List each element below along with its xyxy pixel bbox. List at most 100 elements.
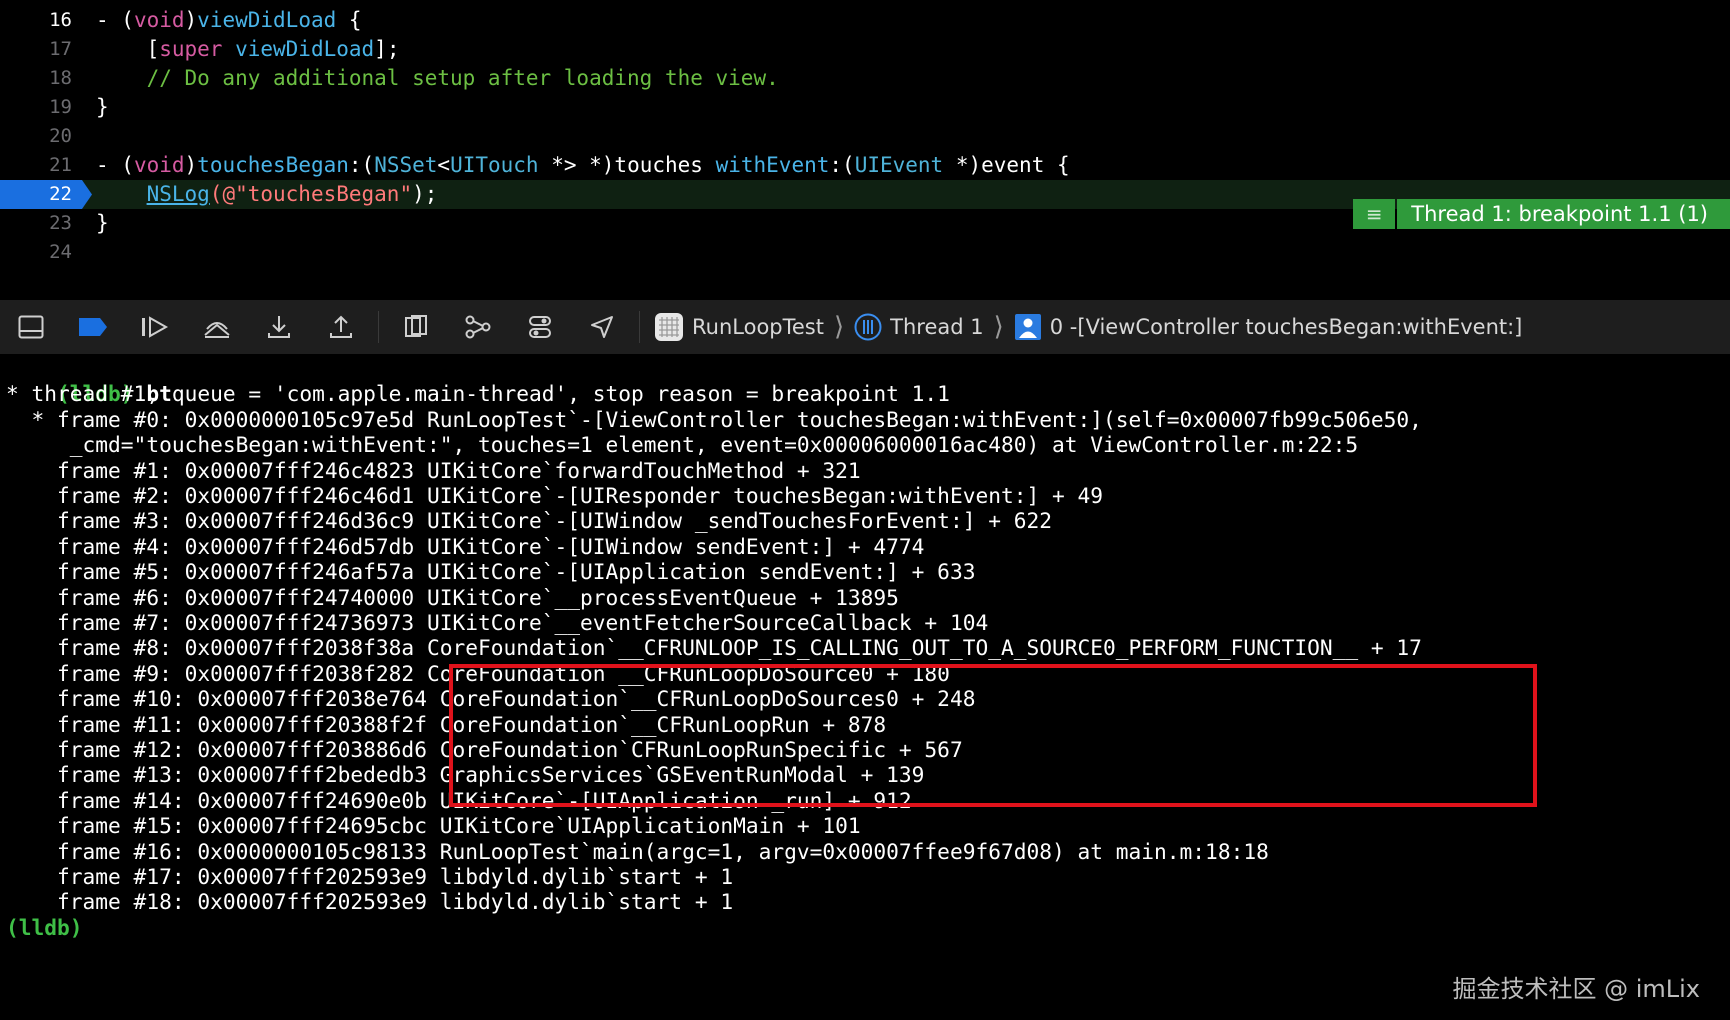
console-line: frame #4: 0x00007fff246d57db UIKitCore`-… [6,533,925,559]
line-number[interactable]: 16 [0,6,72,35]
line-number[interactable]: 20 [0,122,72,151]
simulate-location-icon[interactable] [584,309,620,345]
console-line: frame #9: 0x00007fff2038f282 CoreFoundat… [6,660,950,686]
source-editor[interactable]: 16- (void)viewDidLoad {17 [super viewDid… [0,0,1730,296]
console-line: frame #8: 0x00007fff2038f38a CoreFoundat… [6,635,1422,661]
code-text: [super viewDidLoad]; [96,35,400,64]
breadcrumb-app[interactable]: RunLoopTest [654,312,824,342]
console-line: frame #18: 0x00007fff202593e9 libdyld.dy… [6,889,734,915]
code-token: super [159,37,223,61]
line-number[interactable]: 21 [0,151,72,180]
console-line: frame #3: 0x00007fff246d36c9 UIKitCore`-… [6,508,1052,534]
console-prompt-line[interactable]: (lldb) [6,915,83,940]
code-line[interactable]: 17 [super viewDidLoad]; [0,35,1730,64]
hide-debug-area-icon[interactable] [13,309,49,345]
console-line: frame #14: 0x00007fff24690e0b UIKitCore`… [6,787,912,813]
code-token: // Do any additional setup after loading… [96,66,779,90]
lldb-console[interactable]: (lldb) bt * thread #1, queue = 'com.appl… [0,356,1730,1020]
chevron-right-icon: ⟩ [833,312,845,342]
code-line[interactable]: 18 // Do any additional setup after load… [0,64,1730,93]
console-line: frame #11: 0x00007fff20388f2f CoreFounda… [6,711,887,737]
console-line: _cmd="touchesBegan:withEvent:", touches=… [6,432,1359,458]
line-number[interactable]: 18 [0,64,72,93]
code-token: < [437,153,451,177]
step-over-icon[interactable] [199,309,235,345]
code-token: - ( [96,8,134,32]
breakpoints-toggle-icon[interactable] [75,309,111,345]
code-token: NSLog [146,182,210,206]
code-token: viewDidLoad [197,8,337,32]
console-line: frame #10: 0x00007fff2038e764 CoreFounda… [6,686,976,712]
code-token: NSSet [374,153,438,177]
code-token: [ [96,37,160,61]
console-line: frame #5: 0x00007fff246af57a UIKitCore`-… [6,559,976,585]
thread-icon [854,313,882,341]
breakpoint-label: Thread 1: breakpoint 1.1 (1) [1397,199,1730,229]
code-token: void [133,8,185,32]
frame-name: 0 -[ViewController touchesBegan:withEven… [1049,315,1523,339]
code-token: *)event { [943,153,1070,177]
breadcrumb-thread[interactable]: Thread 1 [854,313,984,341]
code-token: - ( [96,153,134,177]
code-token: :( [348,153,375,177]
console-line: frame #12: 0x00007fff203886d6 CoreFounda… [6,737,963,762]
code-line[interactable]: 16 - (void)viewDidLoad { [0,6,1730,35]
code-text: // Do any additional setup after loading… [96,64,779,93]
code-token: :( [829,153,855,177]
step-out-icon[interactable] [323,309,359,345]
app-name: RunLoopTest [692,315,824,339]
debug-bar: RunLoopTest ⟩ Thread 1 ⟩ 0 -[ViewControl… [0,300,1730,354]
watermark: 掘金技术社区 @ imLix [1452,975,1700,1003]
code-text: } [96,93,109,122]
continue-icon[interactable] [137,309,173,345]
code-text: - (void)touchesBegan:(NSSet<UITouch *> *… [96,151,1070,180]
code-token: ) [184,8,198,32]
console-line: * thread #1, queue = 'com.apple.main-thr… [6,381,950,407]
breadcrumb-frame[interactable]: 0 -[ViewController touchesBegan:withEven… [1014,313,1523,341]
console-line: frame #2: 0x00007fff246c46d1 UIKitCore`-… [6,483,1104,508]
chevron-right-icon: ⟩ [993,312,1004,342]
code-token: (@"touchesBegan" [209,182,413,206]
step-into-icon[interactable] [261,309,297,345]
code-token: void [133,153,185,177]
code-token: *> *)touches [538,153,716,177]
app-icon [654,312,684,342]
code-text: NSLog(@"touchesBegan"); [96,180,438,209]
view-hierarchy-icon[interactable] [398,309,434,345]
code-line[interactable]: 19} [0,93,1730,122]
console-command-line: (lldb) bt [6,356,172,406]
console-line: frame #13: 0x00007fff2bededb3 GraphicsSe… [6,762,925,788]
thread-name: Thread 1 [890,315,984,339]
code-token: } [96,211,109,235]
code-text: } [96,209,109,238]
code-token: viewDidLoad [235,37,375,61]
code-token: ); [412,182,438,206]
code-token: withEvent [715,153,830,177]
code-token: UIEvent [854,153,944,177]
breakpoint-marker[interactable]: 22 [0,180,92,209]
environment-overrides-icon[interactable] [522,309,558,345]
user-frame-icon [1014,313,1042,341]
code-line[interactable]: 21 - (void)touchesBegan:(NSSet<UITouch *>… [0,151,1730,180]
console-line: frame #6: 0x00007fff24740000 UIKitCore`_… [6,584,899,610]
console-line: frame #7: 0x00007fff24736973 UIKitCore`_… [6,610,989,635]
code-line[interactable]: 20 [0,122,1730,151]
code-token: UITouch [450,153,539,177]
line-number[interactable]: 19 [0,93,72,122]
line-number[interactable]: 24 [0,238,72,267]
code-token: } [96,95,109,119]
code-text: - (void)viewDidLoad { [96,6,362,35]
breakpoint-annotation[interactable]: ≡ Thread 1: breakpoint 1.1 (1) [1353,199,1730,229]
lldb-prompt: (lldb) [6,914,83,940]
memory-graph-icon[interactable] [460,309,496,345]
toolbar-separator [639,311,640,343]
code-line[interactable]: 24 [0,238,1730,267]
line-number[interactable]: 23 [0,209,72,238]
console-line: frame #1: 0x00007fff246c4823 UIKitCore`f… [6,457,861,483]
console-line: frame #15: 0x00007fff24695cbc UIKitCore`… [6,813,861,839]
menu-icon[interactable]: ≡ [1353,199,1396,229]
line-number[interactable]: 17 [0,35,72,64]
code-token: touchesBegan [197,153,349,177]
